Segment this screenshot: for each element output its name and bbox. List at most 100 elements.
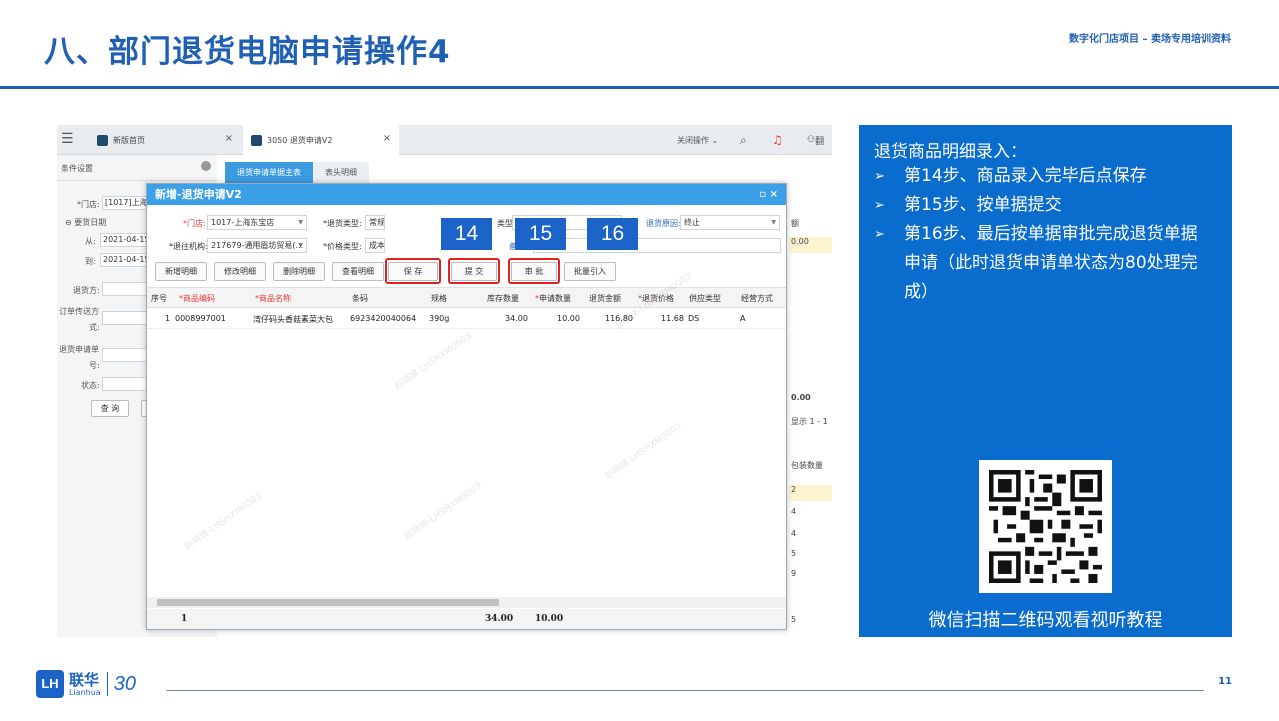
page-number: 11 [1218, 676, 1232, 687]
new-return-dialog: 新增-退货申请V2 ▫ × *门店: 1017-上海东宝店 ▼ *退货类型: 常规… [146, 183, 787, 630]
col-spec: 规格 [431, 294, 447, 303]
qr-code-icon [989, 470, 1102, 583]
col-stock: 库存数量 [487, 294, 519, 303]
instruction-item: ➢ 第16步、最后按单据审批完成退货单据申请（此时退货申请单状态为80处理完成） [874, 220, 1214, 307]
reason-label: 退货原因: [646, 219, 681, 228]
search-icon[interactable]: ⌕ [740, 125, 747, 155]
submit-button[interactable]: 提 交 [451, 262, 497, 281]
instruction-text: 第16步、最后按单据审批完成退货单据申请（此时退货申请单状态为80处理完成） [904, 224, 1198, 302]
app-screenshot: ☰ 新版首页 × 3050 退货申请V2 × 关闭操作 ⌄ ⌕ ♫ ⚇ 翻 条件… [57, 125, 832, 637]
title-divider [0, 86, 1279, 89]
cell-barcode: 6923420040064 [350, 314, 417, 323]
footer-divider [166, 690, 1204, 691]
watermark: 赵晓娣-LHSHXM0003 [603, 421, 684, 483]
arrow-bullet-icon: ➢ [874, 227, 885, 242]
bg-row: 9 [791, 569, 797, 578]
return-no-label: 退货申请单 [59, 345, 99, 354]
slide-subtitle: 数字化门店项目 – 卖场专用培训资料 [1069, 34, 1231, 45]
close-ops-menu[interactable]: 关闭操作 ⌄ [677, 125, 718, 155]
cell-stock: 34.00 [505, 314, 528, 323]
col-code: *商品编码 [179, 294, 215, 303]
tab-close-icon[interactable]: × [383, 133, 391, 144]
logo-mark-icon: LH [36, 670, 64, 698]
dialog-title-bar: 新增-退货申请V2 ▫ × [147, 184, 786, 205]
batch-import-button[interactable]: 批量引入 [564, 262, 616, 281]
cell-code: 0008997001 [175, 314, 226, 323]
cell-qty: 10.00 [557, 314, 580, 323]
edit-detail-button[interactable]: 修改明细 [214, 262, 266, 281]
return-type-label: *退货类型: [323, 219, 362, 228]
status-label: 状态: [81, 381, 100, 390]
app-tab-icon [97, 134, 108, 146]
condition-panel-header: 条件设置 [57, 155, 217, 181]
logo-divider [106, 672, 108, 696]
user-name: 翻 [815, 136, 825, 147]
reason-select[interactable]: 终止 ▼ [680, 215, 780, 230]
logo-en: Lianhua [69, 687, 101, 697]
col-barcode: 条码 [352, 294, 368, 303]
store-select[interactable]: 1017-上海东宝店 ▼ [207, 215, 307, 230]
return-type-select[interactable]: 常规 [365, 215, 385, 230]
store-label: *门店: [77, 200, 100, 209]
store-field-label: *门店: [183, 219, 206, 228]
tab-return-request-label: 3050 退货申请V2 [267, 135, 333, 145]
lianhua-logo: LH 联华 Lianhua 30 [36, 670, 136, 698]
bg-total: 0.00 [791, 393, 811, 402]
chevron-down-icon: ▼ [771, 219, 776, 226]
tab-home-label: 新版首页 [113, 135, 145, 145]
to-label: 到: [85, 257, 96, 266]
cell-spec: 390g [429, 314, 450, 323]
arrow-bullet-icon: ➢ [874, 169, 885, 184]
return-no-label-2: 号: [89, 361, 100, 370]
settings-icon[interactable] [201, 161, 211, 171]
bg-row: 4 [791, 507, 797, 516]
price-type-label: *价格类型: [323, 242, 362, 251]
instruction-item: ➢ 第14步、商品录入完毕后点保存 [874, 162, 1214, 191]
bg-row: 2 [789, 485, 832, 501]
instruction-heading: 退货商品明细录入： [874, 142, 1027, 162]
bg-value: 0.00 [789, 237, 832, 253]
save-button[interactable]: 保 存 [388, 262, 438, 281]
hamburger-menu-icon[interactable]: ☰ [61, 131, 74, 147]
bg-col-header: 额 [791, 219, 799, 228]
watermark: 赵晓娣-LHSHXM0003 [183, 491, 264, 553]
approve-button[interactable]: 审 批 [511, 262, 557, 281]
cell-mode: A [740, 314, 746, 323]
horizontal-scrollbar[interactable] [147, 597, 786, 608]
dialog-window-controls[interactable]: ▫ × [759, 184, 778, 205]
tab-return-main[interactable]: 退货申请单据主表 [225, 162, 313, 184]
tab-return-request[interactable]: 3050 退货申请V2 × [243, 125, 399, 155]
user-icon: ⚇ [807, 135, 816, 145]
delete-detail-button[interactable]: 删除明细 [273, 262, 325, 281]
query-button[interactable]: 查 询 [91, 400, 129, 417]
add-detail-button[interactable]: 新增明细 [155, 262, 207, 281]
cell-name: 湾仔码头香菇素菜大包 [253, 315, 333, 324]
cell-supply: DS [688, 314, 700, 323]
col-mode: 经营方式 [741, 294, 773, 303]
notification-bell-icon[interactable]: ♫ [772, 125, 783, 155]
scrollbar-thumb[interactable] [157, 599, 499, 606]
tab-close-icon[interactable]: × [225, 133, 233, 144]
view-detail-button[interactable]: 查看明细 [332, 262, 384, 281]
col-amount: 退货金额 [589, 294, 621, 303]
app-tab-bar: ☰ 新版首页 × 3050 退货申请V2 × 关闭操作 ⌄ ⌕ ♫ ⚇ 翻 [57, 125, 832, 155]
tab-header-detail[interactable]: 表头明细 [313, 162, 369, 184]
user-menu[interactable]: ⚇ 翻 [807, 125, 824, 155]
org-select[interactable]: 217679-通用眉坊贸易(... ▼ [207, 238, 307, 253]
condition-panel-title: 条件设置 [61, 164, 93, 173]
cell-seq: 1 [165, 314, 171, 323]
order-send-label: 订单传送方 [59, 307, 99, 316]
footer-qty-total: 10.00 [535, 614, 564, 624]
table-row[interactable]: 1 0008997001 湾仔码头香菇素菜大包 6923420040064 39… [147, 308, 786, 329]
tab-home[interactable]: 新版首页 × [89, 125, 241, 155]
qr-code [979, 460, 1112, 593]
step-badge-16: 16 [587, 218, 638, 250]
bg-row: 4 [791, 529, 797, 538]
slide-title: 八、部门退货电脑申请操作4 [44, 34, 451, 70]
price-type-select[interactable]: 成本 [365, 238, 385, 253]
remark-input[interactable] [533, 238, 781, 253]
org-label: *退往机构: [169, 242, 208, 251]
step-badge-15: 15 [515, 218, 566, 250]
footer-count: 1 [181, 614, 188, 624]
dialog-title: 新增-退货申请V2 [155, 188, 242, 201]
